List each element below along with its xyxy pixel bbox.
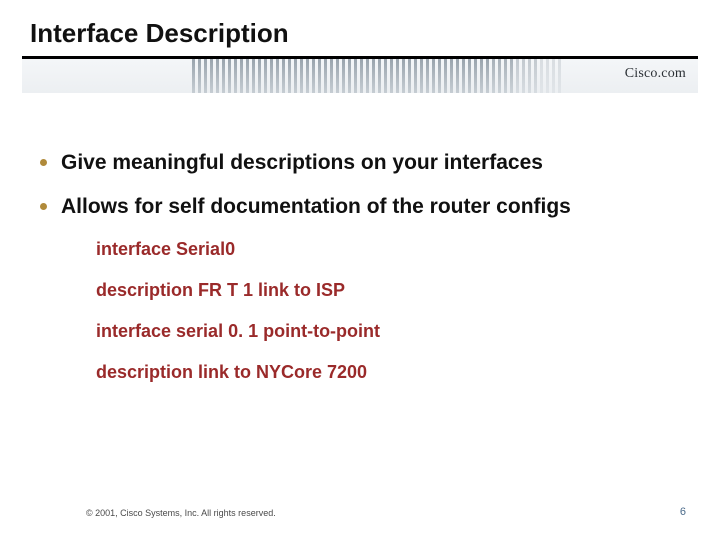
bullet-dot-icon: [40, 203, 47, 210]
bullet-text: Allows for self documentation of the rou…: [61, 194, 571, 220]
bullet-text: Give meaningful descriptions on your int…: [61, 150, 543, 176]
content-area: Give meaningful descriptions on your int…: [40, 150, 680, 403]
footer-copyright: © 2001, Cisco Systems, Inc. All rights r…: [86, 508, 276, 518]
slide-title: Interface Description: [30, 18, 289, 49]
code-line: interface serial 0. 1 point-to-point: [96, 321, 680, 342]
code-block: interface Serial0 description FR T 1 lin…: [96, 239, 680, 383]
bullet-item: Allows for self documentation of the rou…: [40, 194, 680, 220]
bullet-item: Give meaningful descriptions on your int…: [40, 150, 680, 176]
header-band: [22, 59, 698, 93]
code-line: description link to NYCore 7200: [96, 362, 680, 383]
slide: Interface Description Cisco.com Give mea…: [0, 0, 720, 540]
bullet-dot-icon: [40, 159, 47, 166]
code-line: interface Serial0: [96, 239, 680, 260]
tick-pattern: [192, 59, 592, 93]
brand-text: Cisco.com: [625, 66, 686, 82]
code-line: description FR T 1 link to ISP: [96, 280, 680, 301]
page-number: 6: [680, 506, 686, 518]
